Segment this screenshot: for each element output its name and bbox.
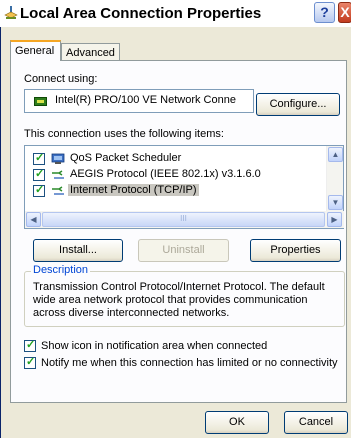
close-button[interactable]: X xyxy=(338,2,351,23)
adapter-field: Intel(R) PRO/100 VE Network Conne xyxy=(24,89,254,113)
qos-icon xyxy=(51,153,65,164)
title-bar[interactable]: Local Area Connection Properties ? X xyxy=(0,0,351,27)
components-list[interactable]: QoS Packet Scheduler AEGIS Protocol (IEE… xyxy=(24,145,344,229)
adapter-name: Intel(R) PRO/100 VE Network Conne xyxy=(55,94,236,106)
uninstall-button[interactable]: Uninstall xyxy=(138,239,229,262)
item-checkbox[interactable] xyxy=(33,183,45,197)
description-text: Transmission Control Protocol/Internet P… xyxy=(33,281,325,319)
item-label: AEGIS Protocol (IEEE 802.1x) v3.1.6.0 xyxy=(70,168,261,180)
item-checkbox[interactable] xyxy=(33,151,45,165)
install-button[interactable]: Install... xyxy=(33,239,123,262)
scroll-down-icon[interactable]: ▼ xyxy=(328,195,343,210)
ok-button[interactable]: OK xyxy=(205,411,269,434)
list-item[interactable]: AEGIS Protocol (IEEE 802.1x) v3.1.6.0 xyxy=(33,167,323,183)
item-checkbox[interactable] xyxy=(33,167,45,181)
scroll-right-icon[interactable]: ▶ xyxy=(327,212,342,227)
horizontal-scrollbar[interactable]: ◀ III ▶ xyxy=(25,211,344,228)
vertical-scrollbar[interactable]: ▲ ▼ xyxy=(326,146,343,212)
scroll-left-icon[interactable]: ◀ xyxy=(26,212,41,227)
description-title: Description xyxy=(31,264,91,276)
notify-option[interactable]: Notify me when this connection has limit… xyxy=(24,355,351,372)
window-title: Local Area Connection Properties xyxy=(20,5,262,22)
help-button[interactable]: ? xyxy=(314,2,335,23)
list-item[interactable]: Internet Protocol (TCP/IP) xyxy=(33,183,323,199)
notify-checkbox[interactable] xyxy=(24,355,36,369)
show-icon-checkbox[interactable] xyxy=(24,338,36,352)
protocol-icon xyxy=(52,186,64,195)
properties-button[interactable]: Properties xyxy=(250,239,341,262)
list-item[interactable]: QoS Packet Scheduler xyxy=(33,151,323,167)
tab-general[interactable]: General xyxy=(10,40,61,61)
protocol-icon xyxy=(52,170,64,179)
scroll-thumb[interactable]: III xyxy=(42,212,325,227)
network-connection-icon xyxy=(4,6,18,19)
cancel-button[interactable]: Cancel xyxy=(284,411,348,434)
item-label: QoS Packet Scheduler xyxy=(70,152,182,164)
items-label: This connection uses the following items… xyxy=(24,128,224,140)
tab-advanced[interactable]: Advanced xyxy=(61,43,120,61)
item-label: Internet Protocol (TCP/IP) xyxy=(68,184,199,196)
network-card-icon xyxy=(34,97,47,106)
configure-button[interactable]: Configure... xyxy=(256,93,340,116)
show-icon-label: Show icon in notification area when conn… xyxy=(41,340,268,352)
show-icon-option[interactable]: Show icon in notification area when conn… xyxy=(24,338,351,355)
notify-label: Notify me when this connection has limit… xyxy=(41,357,338,369)
scroll-up-icon[interactable]: ▲ xyxy=(328,147,343,162)
connect-using-label: Connect using: xyxy=(24,73,98,85)
